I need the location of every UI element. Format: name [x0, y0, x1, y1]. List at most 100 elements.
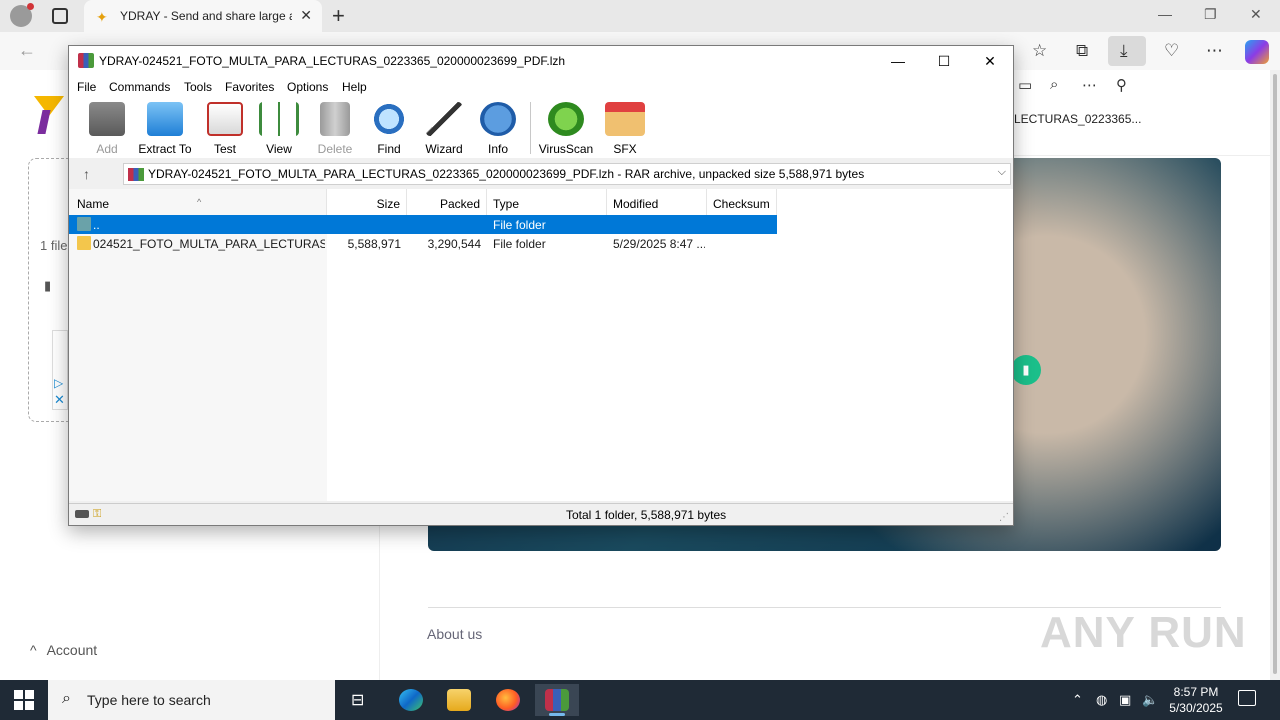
settings-more-icon[interactable]: ⋯ [1206, 41, 1223, 61]
tray-app-icon[interactable]: ◍ [1096, 692, 1107, 708]
view-button[interactable]: View [249, 102, 309, 156]
column-header-checksum[interactable]: Checksum [707, 189, 777, 215]
sfx-icon [605, 102, 645, 136]
archive-icon [128, 168, 144, 181]
taskbar-search[interactable]: ⌕ Type here to search [48, 680, 335, 720]
ydray-logo [34, 96, 64, 136]
wizard-button[interactable]: Wizard [414, 102, 474, 156]
anyrun-watermark: ANY RUN [1040, 608, 1247, 657]
sfx-button[interactable]: SFX [595, 102, 655, 156]
drive-icon[interactable] [75, 510, 89, 518]
column-header-type[interactable]: Type [487, 189, 607, 215]
menu-options[interactable]: Options [287, 80, 328, 94]
download-icon: ⤓ [1120, 41, 1128, 60]
up-folder-icon[interactable]: ↑ [83, 166, 90, 182]
winrar-maximize-button[interactable]: ☐ [921, 50, 967, 72]
column-header-size[interactable]: Size [327, 189, 407, 215]
browser-close-button[interactable]: ✕ [1250, 6, 1262, 23]
file-header: ▭ ⌕ ⋯ ⚲ LECTURAS_0223365... [1012, 70, 1270, 156]
account-label: Account [46, 642, 98, 658]
taskbar-clock[interactable]: 8:57 PM 5/30/2025 [1166, 684, 1226, 716]
taskbar-edge[interactable] [389, 684, 433, 716]
search-icon[interactable]: ⌕ [1050, 76, 1058, 93]
column-header-modified[interactable]: Modified [607, 189, 707, 215]
delete-icon [320, 102, 350, 136]
network-icon[interactable]: ▣ [1119, 692, 1131, 708]
more-icon[interactable]: ⋯ [1082, 76, 1097, 94]
add-icon [89, 102, 125, 136]
browser-restore-button[interactable]: ❐ [1204, 6, 1217, 23]
taskbar-winrar[interactable] [535, 684, 579, 716]
winrar-app-icon [78, 53, 94, 68]
show-hidden-icons-chevron-icon[interactable]: ⌃ [1072, 692, 1083, 708]
key-icon[interactable]: ⚿ [93, 508, 101, 521]
sort-ascending-icon: ^ [197, 197, 202, 207]
winrar-titlebar[interactable]: YDRAY-024521_FOTO_MULTA_PARA_LECTURAS_02… [69, 46, 1013, 76]
taskbar: ⌕ Type here to search ⊟ ⌃ ◍ ▣ 🔈 8:57 PM … [0, 680, 1280, 720]
favorites-star-icon[interactable]: ☆ [1032, 41, 1047, 61]
tab-actions-icon[interactable] [52, 8, 68, 24]
add-button[interactable]: Add [77, 102, 137, 156]
ad-choices-icon[interactable]: ▷ [54, 376, 63, 390]
view-icon [259, 102, 299, 136]
folder-icon[interactable]: ▭ [1018, 76, 1032, 94]
notification-center-icon[interactable] [1238, 690, 1256, 706]
ydray-favicon-icon: ✦ [96, 9, 108, 25]
menu-commands[interactable]: Commands [109, 80, 170, 94]
find-icon [371, 102, 407, 136]
stats-badge-icon: ▮ [1011, 355, 1041, 385]
chevron-down-icon[interactable]: ⌵ [998, 166, 1006, 179]
virusscan-icon [548, 102, 584, 136]
browser-minimize-button[interactable]: — [1158, 6, 1172, 22]
resize-grip-icon[interactable]: ⋰ [999, 512, 1009, 523]
back-button[interactable]: ← [18, 40, 36, 61]
winrar-title: YDRAY-024521_FOTO_MULTA_PARA_LECTURAS_02… [99, 54, 566, 68]
collections-icon[interactable]: ⧉ [1076, 41, 1088, 61]
page-scrollbar[interactable] [1270, 70, 1280, 680]
extract-to-icon [147, 102, 183, 136]
taskbar-firefox[interactable] [486, 684, 530, 716]
extract-to-button[interactable]: Extract To [135, 102, 195, 156]
menu-file[interactable]: File [77, 80, 96, 94]
status-total: Total 1 folder, 5,588,971 bytes [566, 508, 727, 522]
column-header-packed[interactable]: Packed [407, 189, 487, 215]
browser-tab[interactable]: ✦ YDRAY - Send and share large and ✕ [84, 0, 322, 32]
tab-title: YDRAY - Send and share large and [120, 9, 292, 23]
pin-icon[interactable]: ⚲ [1116, 76, 1127, 94]
volume-icon[interactable]: 🔈 [1142, 692, 1158, 708]
downloads-button[interactable]: ⤓ [1108, 36, 1146, 66]
profile-avatar-icon[interactable] [10, 3, 34, 27]
info-button[interactable]: Info [468, 102, 528, 156]
wizard-icon [426, 102, 462, 136]
test-button[interactable]: Test [195, 102, 255, 156]
table-row[interactable]: .. File folder [69, 215, 777, 234]
delete-button[interactable]: Delete [305, 102, 365, 156]
browser-essentials-icon[interactable]: ♡ [1164, 41, 1179, 61]
winrar-toolbar: Add Extract To Test View Delete Find Wiz… [69, 98, 1013, 158]
archive-path-field[interactable]: YDRAY-024521_FOTO_MULTA_PARA_LECTURAS_02… [123, 163, 1011, 185]
winrar-icon [545, 689, 569, 711]
test-icon [207, 102, 243, 136]
virusscan-button[interactable]: VirusScan [536, 102, 596, 156]
address-bar: ↑ YDRAY-024521_FOTO_MULTA_PARA_LECTURAS_… [69, 161, 1013, 187]
file-list: Name ^ Size Packed Type Modified Checksu… [69, 189, 1013, 501]
winrar-minimize-button[interactable]: — [875, 50, 921, 72]
task-view-icon: ⊟ [351, 692, 365, 709]
tab-close-icon[interactable]: ✕ [300, 7, 312, 24]
taskbar-file-explorer[interactable] [437, 684, 481, 716]
file-name: LECTURAS_0223365... [1014, 112, 1142, 126]
copilot-icon[interactable] [1245, 40, 1269, 64]
ad-close-icon[interactable]: ✕ [54, 392, 65, 408]
start-button[interactable] [14, 690, 34, 710]
find-button[interactable]: Find [359, 102, 419, 156]
new-tab-button[interactable]: + [332, 3, 345, 29]
menu-favorites[interactable]: Favorites [225, 80, 274, 94]
winrar-close-button[interactable]: ✕ [967, 50, 1013, 72]
task-view-button[interactable]: ⊟ [338, 684, 382, 716]
column-header-name[interactable]: Name ^ [69, 189, 327, 215]
table-row[interactable]: 024521_FOTO_MULTA_PARA_LECTURAS_02... 5,… [69, 234, 777, 253]
about-us-link[interactable]: About us [427, 626, 482, 642]
menu-help[interactable]: Help [342, 80, 367, 94]
account-toggle[interactable]: ^ Account [30, 642, 97, 658]
menu-tools[interactable]: Tools [184, 80, 212, 94]
